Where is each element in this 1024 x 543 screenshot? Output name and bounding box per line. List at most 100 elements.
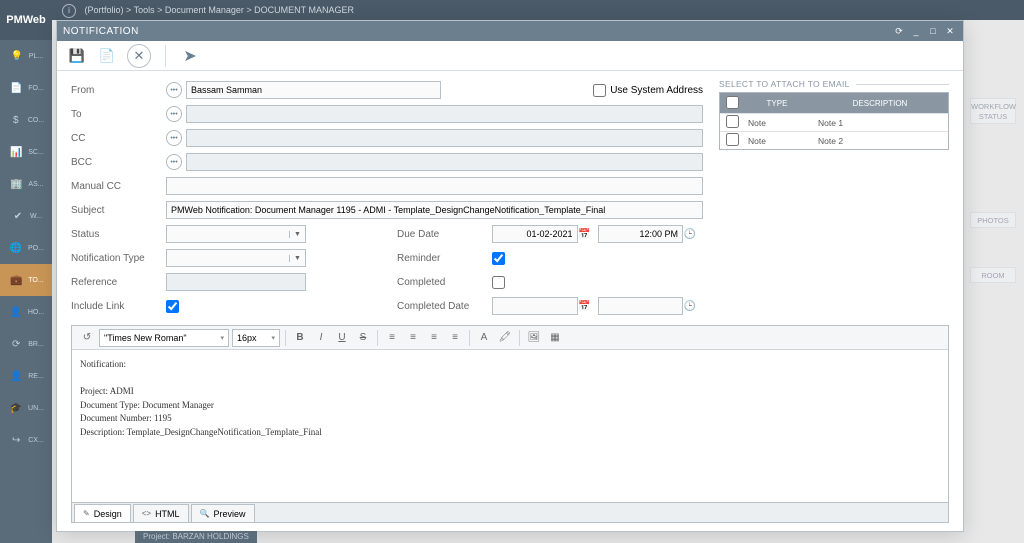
row-compdate: Completed Date 📅 🕒 [397,295,703,317]
chevron-down-icon: ▾ [220,334,224,342]
from-input[interactable] [186,81,441,99]
tab-preview[interactable]: 🔍Preview [191,504,255,522]
subject-input[interactable] [166,201,703,219]
tab-design[interactable]: ✎Design [74,504,131,522]
modal-toolbar: 💾 📄 ✕ ➤ [57,41,963,71]
sidebar-item-label: BR... [28,341,44,348]
clock-icon[interactable]: 🕒 [683,225,697,243]
sidebar-item-0[interactable]: 💡PL... [0,40,52,72]
align-left-icon[interactable]: ≡ [383,329,401,347]
sidebar-item-7[interactable]: 💼TO... [0,264,52,296]
comptime-input[interactable] [598,297,684,315]
attach-row-checkbox[interactable] [726,115,739,128]
image-icon[interactable]: 🖼 [525,329,543,347]
sidebar-item-1[interactable]: 📄FO... [0,72,52,104]
minimize-icon[interactable]: _ [909,24,923,38]
sidebar-item-8[interactable]: 👤HO... [0,296,52,328]
bcc-input[interactable] [186,153,703,171]
sidebar-item-10[interactable]: 👤RE... [0,360,52,392]
to-input[interactable] [186,105,703,123]
sidebar-item-label: PO... [28,245,44,252]
sidebar-item-5[interactable]: ✔W... [0,200,52,232]
label-includelink: Include Link [71,301,166,312]
info-icon[interactable]: i [62,4,76,18]
duetime-input[interactable] [598,225,684,243]
editor-content[interactable]: Notification: Project: ADMI Document Typ… [72,350,948,502]
status-footer: Project: BARZAN HOLDINGS [135,531,257,543]
editor-undo-icon[interactable]: ↺ [78,329,96,347]
cancel-icon[interactable]: ✕ [127,44,151,68]
bold-icon[interactable]: B [291,329,309,347]
modal-body: From ••• Use System Address To ••• [57,71,963,531]
pick-bcc-button[interactable]: ••• [166,154,182,170]
align-center-icon[interactable]: ≡ [404,329,422,347]
sidebar-item-label: CX... [28,437,44,444]
main-sidebar: PMWeb 💡PL... 📄FO... $CO... 📊SC... 🏢AS...… [0,0,52,543]
chevron-down-icon: ▼ [289,255,305,262]
align-justify-icon[interactable]: ≡ [446,329,464,347]
new-doc-icon[interactable]: 📄 [97,44,117,68]
notitype-select[interactable]: ▼ [166,249,306,267]
notification-modal: NOTIFICATION ⟳ _ □ ✕ 💾 📄 ✕ ➤ From ••• [56,20,964,532]
use-system-checkbox[interactable] [593,84,606,97]
label-manualcc: Manual CC [71,181,166,192]
row-reminder: Reminder [397,247,703,269]
app-logo: PMWeb [0,0,52,40]
calendar-icon[interactable]: 📅 [578,225,592,243]
sidebar-item-6[interactable]: 🌐PO... [0,232,52,264]
sidebar-item-label: RE... [28,373,44,380]
reminder-checkbox[interactable] [492,252,505,265]
use-system-address[interactable]: Use System Address [593,84,703,97]
bulb-icon: 💡 [9,51,25,62]
doc-icon: 📄 [8,83,24,94]
send-icon[interactable]: ➤ [180,44,200,68]
cc-input[interactable] [186,129,703,147]
sidebar-item-label: TO... [28,277,43,284]
table-row[interactable]: Note Note 2 [720,131,948,149]
italic-icon[interactable]: I [312,329,330,347]
rich-text-editor: ↺ "Times New Roman"▾ 16px▾ B I U S ≡ ≡ ≡ [71,325,949,523]
pick-cc-button[interactable]: ••• [166,130,182,146]
completed-checkbox[interactable] [492,276,505,289]
sidebar-item-12[interactable]: ↪CX... [0,424,52,456]
align-right-icon[interactable]: ≡ [425,329,443,347]
strike-icon[interactable]: S [354,329,372,347]
sidebar-item-11[interactable]: 🎓UN... [0,392,52,424]
sidebar-item-9[interactable]: ⟳BR... [0,328,52,360]
font-family-select[interactable]: "Times New Roman"▾ [99,329,229,347]
col-type: TYPE [742,99,812,108]
table-icon[interactable]: ▦ [546,329,564,347]
modal-title: NOTIFICATION [63,26,889,37]
pick-to-button[interactable]: ••• [166,106,182,122]
clock-icon[interactable]: 🕒 [683,297,697,315]
table-row[interactable]: Note Note 1 [720,113,948,131]
calendar-icon[interactable]: 📅 [578,297,592,315]
compdate-input[interactable] [492,297,578,315]
manualcc-input[interactable] [166,177,703,195]
sidebar-item-label: CO... [28,117,44,124]
attach-table-header: TYPE DESCRIPTION [720,93,948,113]
duedate-input[interactable] [492,225,578,243]
save-icon[interactable]: 💾 [67,44,87,68]
attach-row-checkbox[interactable] [726,133,739,146]
refresh-icon[interactable]: ⟳ [892,24,906,38]
label-cc: CC [71,133,166,144]
sidebar-item-3[interactable]: 📊SC... [0,136,52,168]
font-color-icon[interactable]: A [475,329,493,347]
status-select[interactable]: ▼ [166,225,306,243]
reference-input[interactable] [166,273,306,291]
label-subject: Subject [71,205,166,216]
pick-from-button[interactable]: ••• [166,82,182,98]
row-completed: Completed [397,271,703,293]
sidebar-item-label: W... [30,213,42,220]
maximize-icon[interactable]: □ [926,24,940,38]
sidebar-item-4[interactable]: 🏢AS... [0,168,52,200]
sidebar-item-2[interactable]: $CO... [0,104,52,136]
attach-select-all[interactable] [726,96,739,109]
tab-html[interactable]: <>HTML [133,504,189,522]
font-size-select[interactable]: 16px▾ [232,329,280,347]
includelink-checkbox[interactable] [166,300,179,313]
close-icon[interactable]: ✕ [943,24,957,38]
underline-icon[interactable]: U [333,329,351,347]
highlight-icon[interactable]: 🖍 [496,329,514,347]
